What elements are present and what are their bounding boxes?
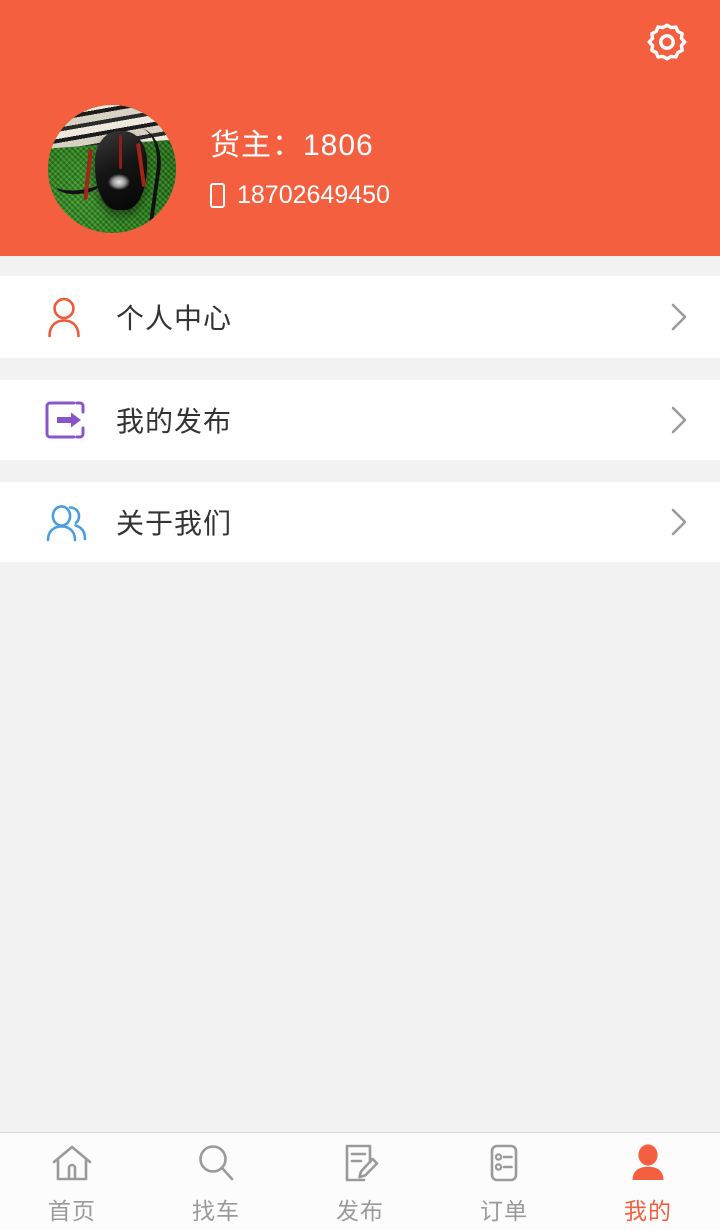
owner-name: 货主：1806 bbox=[210, 129, 374, 162]
user-filled-icon bbox=[626, 1141, 670, 1185]
profile-text: 货主：1806 18702649450 bbox=[210, 129, 390, 209]
phone-row: 18702649450 bbox=[210, 181, 390, 209]
edit-document-icon bbox=[338, 1141, 382, 1185]
home-icon bbox=[50, 1141, 94, 1185]
avatar[interactable] bbox=[48, 105, 176, 233]
tab-home[interactable]: 首页 bbox=[0, 1133, 144, 1230]
chevron-right-icon bbox=[666, 508, 692, 536]
export-arrow-icon bbox=[44, 400, 100, 440]
tab-label: 首页 bbox=[48, 1198, 96, 1224]
mobile-phone-icon bbox=[210, 182, 225, 208]
tab-orders[interactable]: 订单 bbox=[432, 1133, 576, 1230]
menu-item-label: 关于我们 bbox=[116, 508, 233, 539]
tab-label: 订单 bbox=[480, 1198, 528, 1224]
menu-item-label: 我的发布 bbox=[116, 406, 233, 437]
profile-block: 货主：1806 18702649450 bbox=[48, 105, 390, 233]
tab-label: 发布 bbox=[336, 1198, 384, 1224]
phone-number: 18702649450 bbox=[237, 181, 390, 209]
tab-mine[interactable]: 我的 bbox=[576, 1133, 720, 1230]
tab-publish[interactable]: 发布 bbox=[288, 1133, 432, 1230]
tab-find-vehicle[interactable]: 找车 bbox=[144, 1133, 288, 1230]
menu-item-label: 个人中心 bbox=[116, 303, 233, 334]
tab-label: 找车 bbox=[192, 1198, 240, 1224]
two-users-outline-icon bbox=[44, 501, 100, 543]
tab-label: 我的 bbox=[624, 1198, 672, 1224]
search-icon bbox=[194, 1141, 238, 1185]
settings-button[interactable] bbox=[638, 14, 696, 72]
menu-item-my-posts[interactable]: 我的发布 bbox=[0, 380, 720, 460]
spacer-top bbox=[0, 256, 720, 276]
user-outline-icon bbox=[44, 296, 100, 338]
chevron-right-icon bbox=[666, 406, 692, 434]
spacer-1 bbox=[0, 358, 720, 380]
order-list-icon bbox=[482, 1141, 526, 1185]
menu-item-about-us[interactable]: 关于我们 bbox=[0, 482, 720, 562]
gear-icon bbox=[647, 23, 687, 61]
chevron-right-icon bbox=[666, 303, 692, 331]
app-screen: 货主：1806 18702649450 个人中心 我的发布 关于我们 首页 找车… bbox=[0, 0, 720, 1230]
bottom-navigation: 首页 找车 发布 订单 我的 bbox=[0, 1132, 720, 1230]
profile-header: 货主：1806 18702649450 bbox=[0, 0, 720, 256]
menu-item-personal-center[interactable]: 个人中心 bbox=[0, 276, 720, 358]
spacer-2 bbox=[0, 460, 720, 482]
